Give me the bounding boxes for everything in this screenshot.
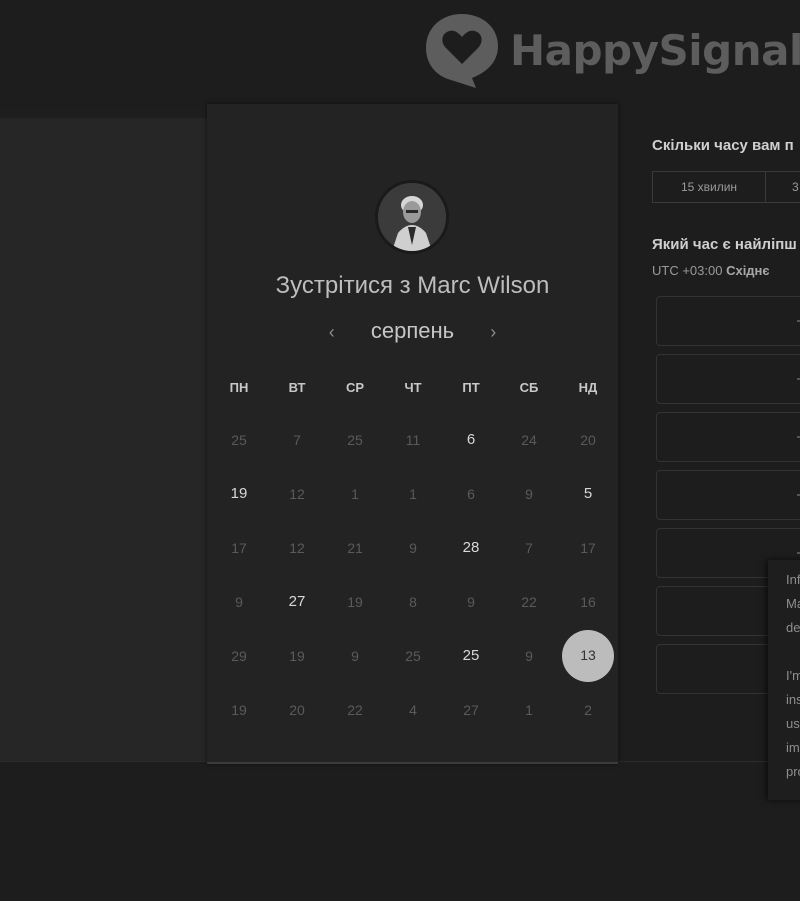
time-slot-button[interactable] xyxy=(656,412,800,462)
calendar-day: 7 xyxy=(525,540,533,556)
calendar-day: 9 xyxy=(525,486,533,502)
month-navigation: ‹ серпень › xyxy=(207,318,618,344)
calendar-day: 17 xyxy=(231,540,247,556)
calendar-day: 6 xyxy=(467,486,475,502)
timezone-offset: UTC +03:00 xyxy=(652,263,723,278)
chevron-right-icon[interactable]: › xyxy=(478,322,508,343)
weekday-header: ВТ xyxy=(288,380,306,395)
calendar-day: 9 xyxy=(235,594,243,610)
calendar-day: 1 xyxy=(409,486,417,502)
calendar-day: 16 xyxy=(580,594,596,610)
timezone-label[interactable]: UTC +03:00 Східнє xyxy=(652,263,770,278)
calendar-day: 2 xyxy=(584,702,592,718)
heart-speech-bubble-icon xyxy=(426,14,498,88)
time-question: Який час є найліпш xyxy=(652,236,797,253)
popup-text-line: im xyxy=(786,740,800,755)
calendar-day: 11 xyxy=(405,432,421,448)
calendar-day: 22 xyxy=(521,594,537,610)
calendar-day: 8 xyxy=(409,594,417,610)
calendar-day: 25 xyxy=(347,432,363,448)
weekday-header: СР xyxy=(345,380,365,395)
calendar-day: 20 xyxy=(289,702,305,718)
duration-option-30[interactable]: 3 xyxy=(766,172,800,202)
avatar xyxy=(375,180,449,254)
calendar-day: 24 xyxy=(521,432,537,448)
calendar-day: 27 xyxy=(463,702,479,718)
calendar-day: 25 xyxy=(231,432,247,448)
time-slot-button[interactable] xyxy=(656,354,800,404)
calendar-day: 4 xyxy=(409,702,417,718)
brand-name: HappySignals xyxy=(510,26,800,75)
time-slot-button[interactable] xyxy=(656,296,800,346)
person-avatar-icon xyxy=(378,183,446,251)
popup-text-line: ins xyxy=(786,692,800,707)
calendar-day-selected[interactable]: 13 xyxy=(562,630,614,682)
calendar-day: 12 xyxy=(289,540,305,556)
popup-text-line: de xyxy=(786,620,800,635)
calendar-day: 1 xyxy=(351,486,359,502)
popup-text-line: Inf xyxy=(786,572,800,587)
page-header: HappySignals xyxy=(0,0,800,110)
weekday-header: ПТ xyxy=(462,380,480,395)
popup-text-line: Ma xyxy=(786,596,800,611)
calendar-day: 25 xyxy=(405,648,421,664)
calendar-day: 21 xyxy=(347,540,363,556)
duration-question: Скільки часу вам п xyxy=(652,137,794,154)
calendar-day-available[interactable]: 6 xyxy=(451,428,491,452)
chevron-left-icon[interactable]: ‹ xyxy=(317,322,347,343)
duration-selector: 15 хвилин 3 xyxy=(652,171,800,203)
weekday-header: ПН xyxy=(229,380,249,395)
meeting-title: Зустрітися з Marc Wilson xyxy=(275,272,550,299)
weekday-header: ЧТ xyxy=(404,380,422,395)
left-panel xyxy=(0,118,210,763)
calendar-day: 9 xyxy=(351,648,359,664)
calendar-day: 17 xyxy=(580,540,596,556)
page-footer-area xyxy=(0,761,800,901)
calendar-day: 9 xyxy=(525,648,533,664)
calendar-day-available[interactable]: 25 xyxy=(451,644,491,668)
calendar-day: 12 xyxy=(289,486,305,502)
calendar-day: 19 xyxy=(231,702,247,718)
calendar-day: 9 xyxy=(467,594,475,610)
weekday-header: СБ xyxy=(519,380,539,395)
calendar-day-available[interactable]: 5 xyxy=(568,482,608,506)
calendar-day: 9 xyxy=(409,540,417,556)
calendar-day-available[interactable]: 28 xyxy=(451,536,491,560)
time-slot-button[interactable] xyxy=(656,470,800,520)
timezone-name: Східнє xyxy=(726,263,770,278)
calendar-day-available[interactable]: 19 xyxy=(219,482,259,506)
scheduler-card: Зустрітися з Marc Wilson ‹ серпень › ПН В… xyxy=(207,104,618,764)
calendar-day: 19 xyxy=(289,648,305,664)
weekday-header: НД xyxy=(578,380,598,395)
calendar-day: 29 xyxy=(231,648,247,664)
calendar-day: 19 xyxy=(347,594,363,610)
calendar-day-available[interactable]: 27 xyxy=(277,590,317,614)
duration-option-15[interactable]: 15 хвилин xyxy=(653,172,766,202)
calendar-day: 22 xyxy=(347,702,363,718)
calendar-day: 7 xyxy=(293,432,301,448)
calendar-day: 20 xyxy=(580,432,596,448)
popup-text-line: I'm xyxy=(786,668,800,683)
host-info-popup: Inf Ma de I'm ins us im pro xyxy=(768,560,800,800)
current-month: серпень xyxy=(370,318,455,343)
popup-text-line: pro xyxy=(786,764,800,779)
calendar-day: 1 xyxy=(525,702,533,718)
popup-text-line: us xyxy=(786,716,800,731)
